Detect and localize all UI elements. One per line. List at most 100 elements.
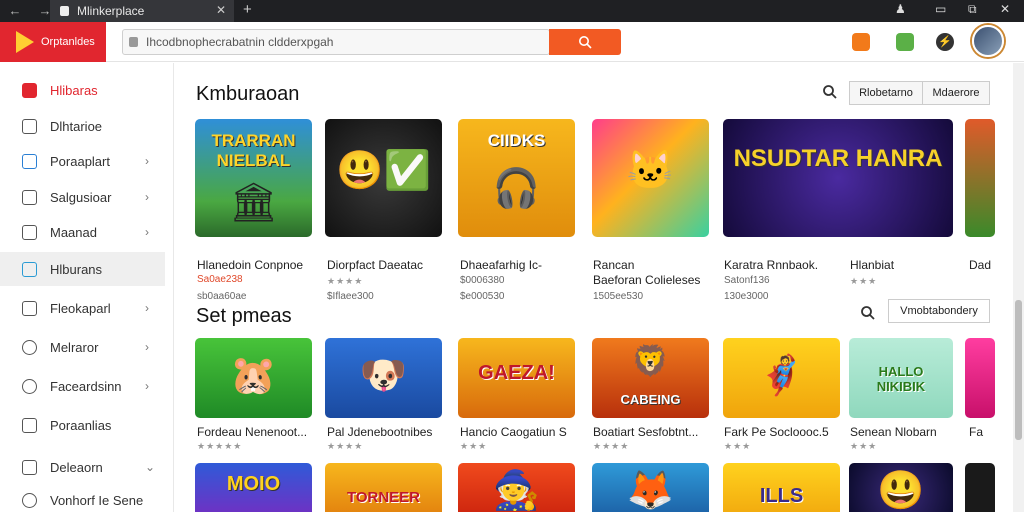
game-card[interactable]: 🧙 <box>458 463 575 512</box>
list-icon <box>22 417 37 433</box>
game-card[interactable]: GAEZA! <box>458 338 575 418</box>
restore-icon[interactable]: ⧉ <box>968 2 977 17</box>
close-tab-icon[interactable]: ✕ <box>216 3 226 17</box>
card-art-text: HALLO NIKIBIK <box>876 364 926 394</box>
card-rating: ★★★★ <box>327 276 364 286</box>
browser-tab-bar: ← → Mlinkerplace ✕ + ♟ ▭ ⧉ ✕ <box>0 0 1024 22</box>
game-card[interactable]: 🐹 <box>195 338 312 418</box>
notification-icon[interactable]: ⚡ <box>936 33 954 51</box>
tab-title: Mlinkerplace <box>77 4 145 18</box>
sidebar-item-settings[interactable]: Faceardsinn › <box>0 369 165 403</box>
card-price: Sa0ae238 <box>197 274 243 285</box>
card-rating: ★★★ <box>724 441 752 451</box>
card-title: Fordeau Nenenoot... <box>197 425 308 439</box>
avatar[interactable] <box>972 25 1004 57</box>
card-art-text: NSUDTAR HANRA <box>733 145 943 172</box>
game-card[interactable]: ILLS <box>723 463 840 512</box>
sidebar-item-label: Dlhtarioe <box>50 118 103 134</box>
sidebar-item-poraanlias[interactable]: Poraanlias <box>0 408 165 442</box>
search-icon[interactable] <box>860 305 876 321</box>
info-icon <box>22 492 37 508</box>
sidebar-item-label: Faceardsinn <box>50 378 122 394</box>
game-card[interactable]: 🦸 <box>723 338 840 418</box>
filter-button[interactable]: Rlobetarno <box>849 81 923 105</box>
sort-button[interactable]: Mdaerore <box>922 81 990 105</box>
logo[interactable]: Orptanldes <box>0 22 106 62</box>
section-title: Set pmeas <box>196 305 292 327</box>
sidebar-item-library[interactable]: Hlburans <box>0 252 165 286</box>
featured-game-card[interactable]: NSUDTAR HANRA <box>723 119 953 237</box>
close-window-icon[interactable]: ✕ <box>1000 2 1010 16</box>
game-card[interactable]: CIIDKS 🎧 <box>458 119 575 237</box>
account-icon[interactable]: ♟ <box>895 2 906 16</box>
main-content: Kmburaoan Rlobetarno Mdaerore TRARRAN NI… <box>174 63 1024 512</box>
favicon-icon <box>60 6 69 16</box>
scrollbar[interactable] <box>1013 63 1024 512</box>
card-subtitle: $e000530 <box>460 291 505 302</box>
sidebar-item-subscriptions[interactable]: Salgusioar › <box>0 180 165 214</box>
game-card[interactable] <box>965 463 995 512</box>
browser-tab[interactable]: Mlinkerplace ✕ <box>50 0 234 22</box>
sidebar-item-flokapart[interactable]: Fleokaparl › <box>0 291 165 325</box>
emoji-ball-icon: 😃 <box>877 470 925 512</box>
game-card[interactable]: 🦊 <box>592 463 709 512</box>
sidebar-item-melraror[interactable]: Melraror › <box>0 330 165 364</box>
back-icon[interactable]: ← <box>8 4 22 18</box>
sidebar: Hlibaras Dlhtarioe Poraaplart › Salgusioa… <box>0 63 174 512</box>
lion-character-icon: 🦁 <box>631 345 670 378</box>
card-rating: ★★★ <box>850 276 878 286</box>
character-icon: 🧙 <box>492 470 541 512</box>
search-button[interactable] <box>549 29 621 55</box>
game-card[interactable]: 😃 <box>849 463 953 512</box>
section-title: Kmburaoan <box>196 83 300 105</box>
card-title: Dad <box>969 258 992 272</box>
apps-icon <box>22 189 37 205</box>
grid-icon <box>22 261 37 277</box>
app-header: Orptanldes Ihcodbnophecrabatnin cldderxp… <box>0 22 1024 62</box>
sidebar-item-label: Maanad <box>50 224 97 240</box>
new-tab-icon[interactable]: + <box>243 1 252 18</box>
card-art-text: TORNEER <box>346 489 421 506</box>
sidebar-item-deals[interactable]: Dlhtarioe <box>0 109 165 143</box>
game-card[interactable] <box>965 119 995 237</box>
browse-category-button[interactable]: Vmobtabondery <box>888 299 990 323</box>
sidebar-item-version[interactable]: Vonhorf Ie Sene <box>0 483 165 512</box>
user-icon <box>22 153 37 169</box>
game-card[interactable] <box>965 338 995 418</box>
game-card[interactable]: TRARRAN NIELBAL 🏛 <box>195 119 312 237</box>
game-card[interactable]: 🦁 CABEING <box>592 338 709 418</box>
settings-icon <box>22 378 37 394</box>
card-subtitle: sb0aa60ae <box>197 291 247 302</box>
sidebar-item-deleaorn[interactable]: Deleaorn ⌄ <box>0 450 165 484</box>
game-card[interactable]: 😃✅ <box>325 119 442 237</box>
sidebar-item-label: Poraaplart <box>50 153 110 169</box>
minimize-icon[interactable]: ▭ <box>935 2 946 16</box>
game-card[interactable]: MOIO <box>195 463 312 512</box>
card-rating: ★★★ <box>460 441 488 451</box>
card-art-text: CIIDKS <box>487 131 546 150</box>
card-title: Dhaeafarhig Ic- <box>460 258 543 272</box>
card-rating: ★★★★ <box>593 441 630 451</box>
sidebar-item-home[interactable]: Hlibaras <box>0 73 165 107</box>
search-input[interactable]: Ihcodbnophecrabatnin cldderxpgah <box>122 29 550 55</box>
sidebar-item-manage[interactable]: Maanad › <box>0 215 165 249</box>
card-art-text: ILLS <box>759 485 804 507</box>
bag-icon[interactable] <box>896 33 914 51</box>
card-subtitle: Satonf136 <box>724 275 770 286</box>
card-art-text: TRARRAN NIELBAL <box>211 131 296 170</box>
chevron-right-icon: › <box>145 379 149 393</box>
card-subtitle: 1505ee530 <box>593 291 644 302</box>
card-title: Boatiart Sesfobtnt... <box>593 425 699 439</box>
game-card[interactable]: 🐱 <box>592 119 709 237</box>
game-card[interactable]: HALLO NIKIBIK <box>849 338 953 418</box>
card-rating: ★★★★★ <box>197 441 243 451</box>
game-card[interactable]: 🐶 <box>325 338 442 418</box>
search-icon[interactable] <box>822 84 838 100</box>
game-card[interactable]: TORNEER <box>325 463 442 512</box>
card-title: Karatra Rnnbaok. <box>724 258 819 272</box>
search-field-icon <box>129 37 138 47</box>
cart-icon[interactable] <box>852 33 870 51</box>
scrollbar-thumb[interactable] <box>1015 300 1022 440</box>
doc-icon <box>22 224 37 240</box>
sidebar-item-popular[interactable]: Poraaplart › <box>0 144 165 178</box>
